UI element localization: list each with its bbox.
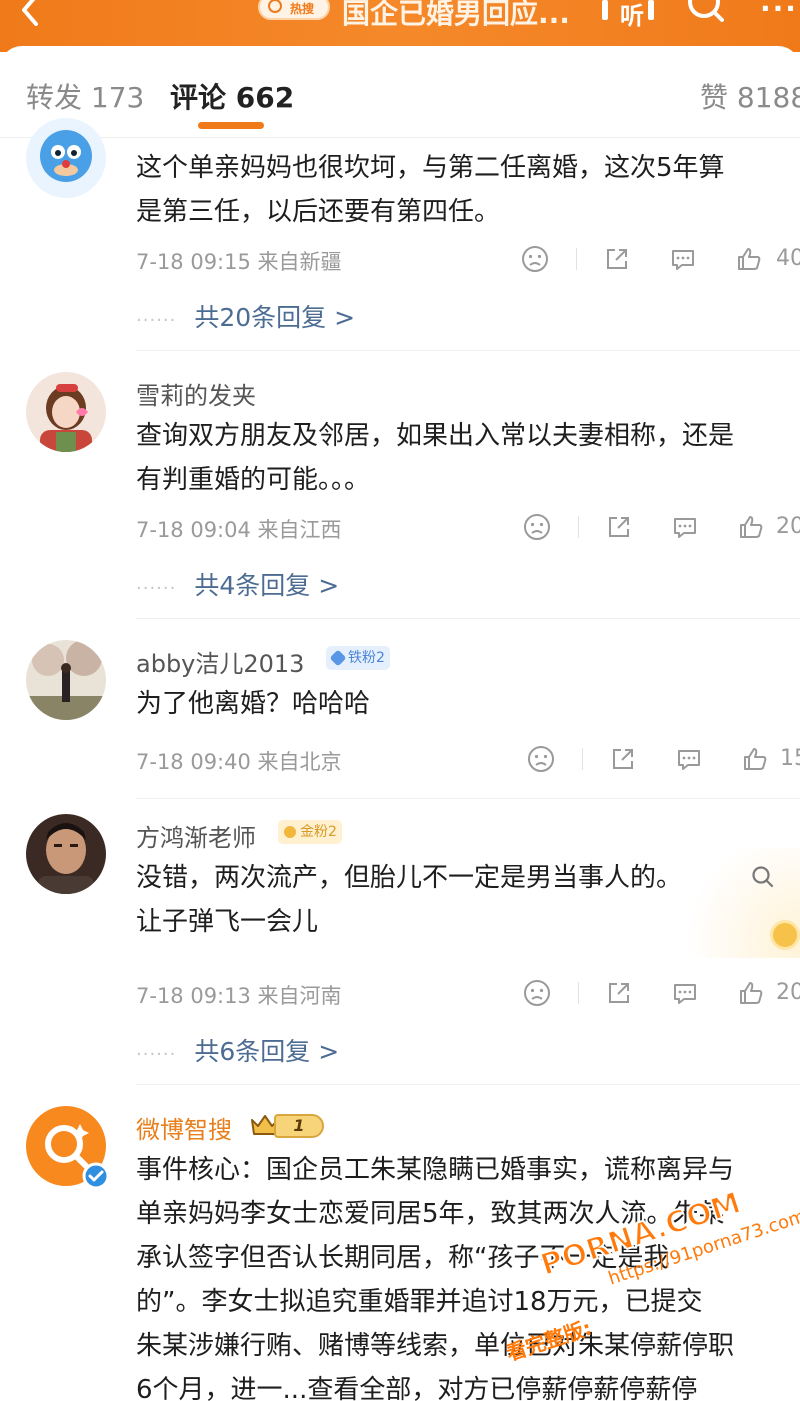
tab-bar: 转发 173 评论 662 赞 8188 [0, 46, 800, 138]
comment-meta: 7-18 09:15 来自新疆 [136, 246, 342, 276]
replies-dots: ······ [136, 1044, 177, 1065]
tab-likes[interactable]: 赞 8188 [700, 76, 800, 116]
back-arrow-icon[interactable] [14, 0, 50, 28]
avatar[interactable] [26, 1106, 110, 1190]
page-title: 国企已婚男回应... [342, 0, 570, 30]
like-icon[interactable] [740, 744, 770, 774]
comment-text-line: 6个月，进一...查看全部，对方已停薪停薪停薪停 [136, 1375, 698, 1401]
divider [136, 618, 800, 619]
comment-actions: 20 [522, 512, 800, 542]
divider [136, 798, 800, 799]
replies-label: 共4条回复 > [194, 571, 340, 600]
replies-dots: ······ [136, 578, 177, 599]
like-count: 20 [776, 514, 800, 539]
divider [136, 350, 800, 351]
comment-time: 7-18 09:04 [136, 518, 251, 542]
comment-text-line: 让子弹飞一会儿 [136, 907, 319, 937]
fan-badge: 铁粉2 [326, 646, 390, 670]
username[interactable]: 微博智搜 [136, 1110, 232, 1145]
like-count: 40 [776, 246, 800, 271]
comment-location: 来自新疆 [257, 250, 342, 274]
comment-time: 7-18 09:15 [136, 250, 251, 274]
comment-location: 来自江西 [257, 518, 342, 542]
comment-actions: 40 [520, 244, 800, 274]
username[interactable]: 雪莉的发夹 [136, 376, 256, 411]
comment-icon[interactable] [668, 244, 698, 274]
view-replies-link[interactable]: ······ 共4条回复 > [136, 566, 339, 602]
divider [136, 1084, 800, 1085]
like-icon[interactable] [736, 978, 766, 1008]
comment-actions: 20 [522, 978, 800, 1008]
search-icon [268, 0, 282, 13]
comment-meta: 7-18 09:13 来自河南 [136, 980, 342, 1010]
tab-repost[interactable]: 转发 173 [26, 76, 144, 116]
view-replies-link[interactable]: ······ 共6条回复 > [136, 1032, 339, 1068]
username[interactable]: 方鸿渐老师 [136, 818, 256, 853]
view-replies-link[interactable]: ······ 共20条回复 > [136, 298, 355, 334]
vip-level: 1 [274, 1114, 324, 1138]
hot-search-label: 热搜 [290, 2, 315, 16]
comment-time: 7-18 09:40 [136, 750, 251, 774]
top-bar: 热搜 国企已婚男回应... 听 ··· [0, 0, 800, 52]
search-icon-top[interactable] [686, 0, 726, 26]
comment-text-line: 这个单亲妈妈也很坎坷，与第二任离婚，这次5年算 [136, 153, 725, 183]
username[interactable]: abby洁儿2013 [136, 644, 304, 679]
avatar[interactable] [26, 372, 106, 452]
like-icon[interactable] [736, 512, 766, 542]
comment-text-line: 有判重婚的可能。。。 [136, 465, 371, 495]
comment-text-line: 为了他离婚？哈哈哈 [136, 689, 371, 719]
like-count: 15 [780, 746, 800, 771]
comment-icon[interactable] [674, 744, 704, 774]
share-icon[interactable] [608, 744, 638, 774]
comment-meta: 7-18 09:40 来自北京 [136, 746, 342, 776]
fan-badge: 金粉2 [278, 820, 342, 844]
tab-comments[interactable]: 评论 662 [170, 76, 294, 116]
like-count: 20 [776, 980, 800, 1005]
replies-label: 共20条回复 > [194, 303, 356, 332]
comment-text-line: 查询双方朋友及邻居，如果出入常以夫妻相称，还是 [136, 421, 735, 451]
watermark-label: 看完整版: [503, 1315, 595, 1366]
listen-label: 听 [620, 2, 644, 30]
comment-meta: 7-18 09:04 来自江西 [136, 514, 342, 544]
separator [578, 516, 579, 538]
like-icon[interactable] [734, 244, 764, 274]
more-icon[interactable]: ··· [760, 0, 798, 25]
avatar[interactable] [26, 640, 106, 720]
dislike-face-icon[interactable] [526, 744, 556, 774]
comment-time: 7-18 09:13 [136, 984, 251, 1008]
avatar[interactable] [26, 118, 106, 198]
vip-level-badge: 1 [250, 1112, 326, 1140]
dislike-face-icon[interactable] [522, 512, 552, 542]
headphone-icon [602, 0, 608, 20]
comment-icon[interactable] [670, 512, 700, 542]
comment-location: 来自北京 [257, 750, 342, 774]
search-icon[interactable] [750, 864, 776, 890]
share-icon[interactable] [602, 244, 632, 274]
separator [582, 748, 583, 770]
hot-search-chip[interactable]: 热搜 [258, 0, 330, 20]
comment-text-line: 没错，两次流产，但胎儿不一定是男当事人的。 [136, 863, 683, 893]
comment-icon[interactable] [670, 978, 700, 1008]
comment-text-line: 是第三任，以后还要有第四任。 [136, 197, 501, 227]
active-tab-indicator [198, 122, 264, 129]
share-icon[interactable] [604, 978, 634, 1008]
replies-label: 共6条回复 > [194, 1037, 340, 1066]
share-icon[interactable] [604, 512, 634, 542]
comment-location: 来自河南 [257, 984, 342, 1008]
replies-dots: ······ [136, 310, 177, 331]
avatar[interactable] [26, 814, 106, 894]
separator [576, 248, 577, 270]
headphone-icon-right [648, 0, 654, 20]
separator [578, 982, 579, 1004]
dislike-face-icon[interactable] [522, 978, 552, 1008]
listen-button[interactable]: 听 [600, 0, 658, 30]
dislike-face-icon[interactable] [520, 244, 550, 274]
comment-actions: 15 [526, 744, 800, 774]
